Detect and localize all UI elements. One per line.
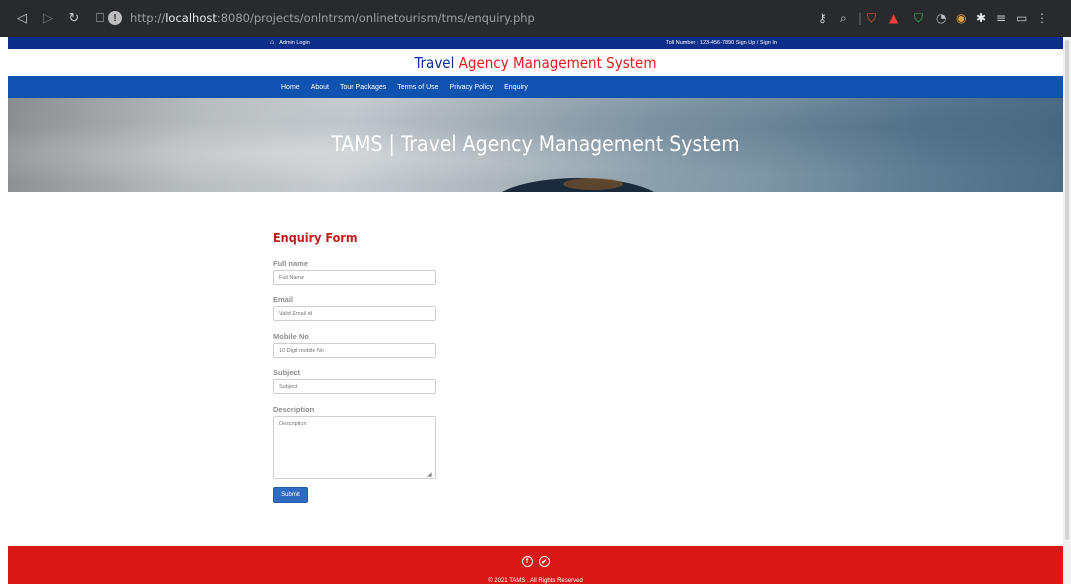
banner-dome-highlight [563, 178, 623, 190]
url-text: http://localhost:8080/projects/onlntrsm/… [130, 11, 535, 25]
site-title[interactable]: Travel Agency Management System [8, 54, 1063, 72]
menu-icon[interactable]: ⋮ [1036, 10, 1048, 26]
email-label: Email [273, 295, 294, 304]
url-host: localhost [165, 11, 217, 25]
admin-login-label: Admin Login [279, 40, 310, 46]
site-info-icon[interactable]: ! [108, 11, 122, 25]
url-path: :8080/projects/onlntrsm/onlinetourism/tm… [216, 11, 535, 25]
top-info-bar: ⌂ Admin Login Toll Number : 123-456-7890… [8, 37, 1063, 49]
reading-list-icon[interactable]: ≡ [996, 10, 1006, 26]
extension-icon-1[interactable]: ◔ [936, 10, 946, 26]
banner-title: TAMS | Travel Agency Management System [331, 132, 740, 156]
nav-terms-of-use[interactable]: Terms of Use [397, 84, 438, 91]
submit-button[interactable]: Submit [273, 487, 308, 503]
enquiry-form-section: Enquiry Form Full name Email Mobile No S… [8, 192, 1063, 546]
nav-privacy-policy[interactable]: Privacy Policy [450, 84, 494, 91]
brave-rewards-icon[interactable]: ▲ [889, 10, 898, 26]
forward-icon[interactable]: ▷ [38, 9, 58, 29]
admin-login-link[interactable]: ⌂ Admin Login [270, 39, 310, 47]
reload-icon[interactable]: ↻ [64, 9, 84, 29]
page-left-gutter [0, 37, 8, 584]
home-icon: ⌂ [270, 39, 275, 46]
back-icon[interactable]: ◁ [12, 9, 32, 29]
extension-icon-2[interactable]: ◉ [956, 10, 966, 26]
site-title-part2: Agency Management System [454, 54, 657, 72]
toll-signup-text[interactable]: Toll Number : 123-456-7890 Sign Up / Sig… [666, 40, 777, 46]
resize-handle-icon[interactable]: ◢ [427, 472, 434, 479]
description-textarea[interactable] [273, 416, 436, 479]
zoom-icon[interactable]: ⌕ [840, 10, 847, 26]
extensions-puzzle-icon[interactable]: ✱ [976, 10, 986, 26]
site-footer: f ✔ © 2021 TAMS . All Rights Reserved [8, 546, 1063, 584]
hero-banner: TAMS | Travel Agency Management System [8, 98, 1063, 192]
twitter-icon[interactable]: ✔ [538, 556, 550, 567]
url-scheme: http:// [130, 11, 166, 25]
key-icon[interactable]: ⚷ [818, 10, 827, 26]
facebook-icon[interactable]: f [521, 556, 533, 567]
nav-enquiry[interactable]: Enquiry [504, 84, 528, 91]
fullname-input[interactable] [273, 270, 436, 285]
toolbar-divider: | [858, 11, 863, 25]
fullname-label: Full name [273, 259, 309, 268]
form-title: Enquiry Form [273, 230, 358, 245]
brave-shield-icon[interactable]: ⛉ [867, 10, 876, 26]
main-nav: Home About Tour Packages Terms of Use Pr… [8, 76, 1063, 98]
shield-extension-icon[interactable]: ⛉ [914, 10, 923, 26]
description-label: Description [273, 405, 315, 414]
wallet-icon[interactable]: ▭ [1016, 10, 1027, 26]
mobile-label: Mobile No [273, 332, 309, 341]
nav-home[interactable]: Home [281, 84, 300, 91]
copyright-text: © 2021 TAMS . All Rights Reserved [488, 578, 583, 584]
subject-label: Subject [273, 368, 301, 377]
address-bar[interactable]: ! http://localhost:8080/projects/onlntrs… [108, 7, 813, 29]
email-input[interactable] [273, 306, 436, 321]
nav-tour-packages[interactable]: Tour Packages [340, 84, 386, 91]
site-header: Travel Agency Management System [8, 49, 1063, 76]
bookmark-icon[interactable]: ⎕ [90, 9, 110, 29]
page-scrollbar-thumb[interactable] [1065, 40, 1069, 540]
subject-input[interactable] [273, 379, 436, 394]
site-title-part1: Travel [414, 54, 455, 72]
browser-toolbar: ◁ ▷ ↻ ⎕ ! http://localhost:8080/projects… [0, 0, 1071, 37]
nav-menu: Home About Tour Packages Terms of Use Pr… [281, 76, 539, 98]
mobile-input[interactable] [273, 343, 436, 358]
nav-about[interactable]: About [311, 84, 329, 91]
social-icons: f ✔ [8, 556, 1063, 567]
